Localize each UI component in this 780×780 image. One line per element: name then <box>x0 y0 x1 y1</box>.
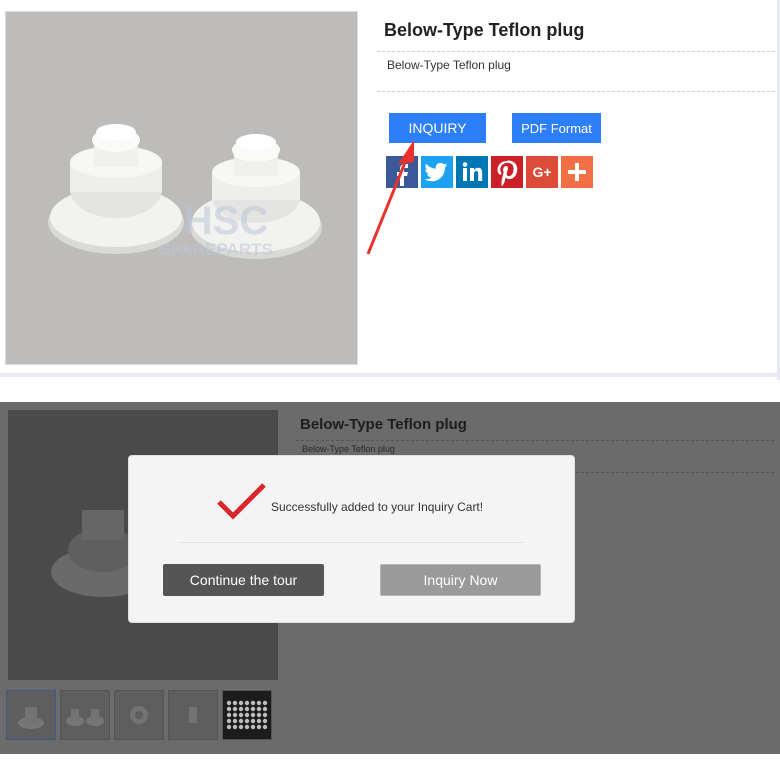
watermark-logo: HSC SPAREPARTS <box>159 199 273 259</box>
continue-tour-button[interactable]: Continue the tour <box>163 564 324 596</box>
google-plus-icon[interactable]: G+ <box>526 156 558 188</box>
product-title-dimmed: Below-Type Teflon plug <box>300 416 467 433</box>
success-message: Successfully added to your Inquiry Cart! <box>271 500 484 514</box>
product-image[interactable]: HSC SPAREPARTS <box>5 11 358 365</box>
inquiry-cart-modal: Successfully added to your Inquiry Cart!… <box>128 455 575 623</box>
linkedin-icon[interactable] <box>456 156 488 188</box>
thumbnail-5[interactable] <box>222 690 272 740</box>
product-title: Below-Type Teflon plug <box>384 20 585 40</box>
title-divider <box>377 51 775 52</box>
product-subtitle: Below-Type Teflon plug <box>387 58 511 72</box>
svg-text:G+: G+ <box>532 164 551 180</box>
title-divider-dimmed <box>296 440 774 441</box>
inquiry-now-button[interactable]: Inquiry Now <box>380 564 541 596</box>
pdf-format-button[interactable]: PDF Format <box>512 113 601 143</box>
svg-text:HSC: HSC <box>184 199 268 243</box>
thumbnail-4[interactable] <box>168 690 218 740</box>
pinterest-icon[interactable] <box>491 156 523 188</box>
thumbnail-2[interactable] <box>60 690 110 740</box>
inquiry-cart-overlay-screen: Below-Type Teflon plug Below-Type Teflon… <box>0 402 780 754</box>
svg-text:SPAREPARTS: SPAREPARTS <box>159 240 273 259</box>
twitter-icon[interactable] <box>421 156 453 188</box>
modal-divider <box>179 542 524 543</box>
annotation-arrow <box>366 140 414 255</box>
share-more-icon[interactable] <box>561 156 593 188</box>
thumbnail-1[interactable] <box>6 690 56 740</box>
subtitle-divider <box>377 91 775 92</box>
thumbnail-3[interactable] <box>114 690 164 740</box>
checkmark-icon <box>217 483 266 520</box>
page-footer-strip <box>0 754 780 780</box>
product-detail-panel: HSC SPAREPARTS Below-Type Teflon plug Be… <box>0 0 780 380</box>
product-subtitle-dimmed: Below-Type Teflon plug <box>302 444 395 454</box>
